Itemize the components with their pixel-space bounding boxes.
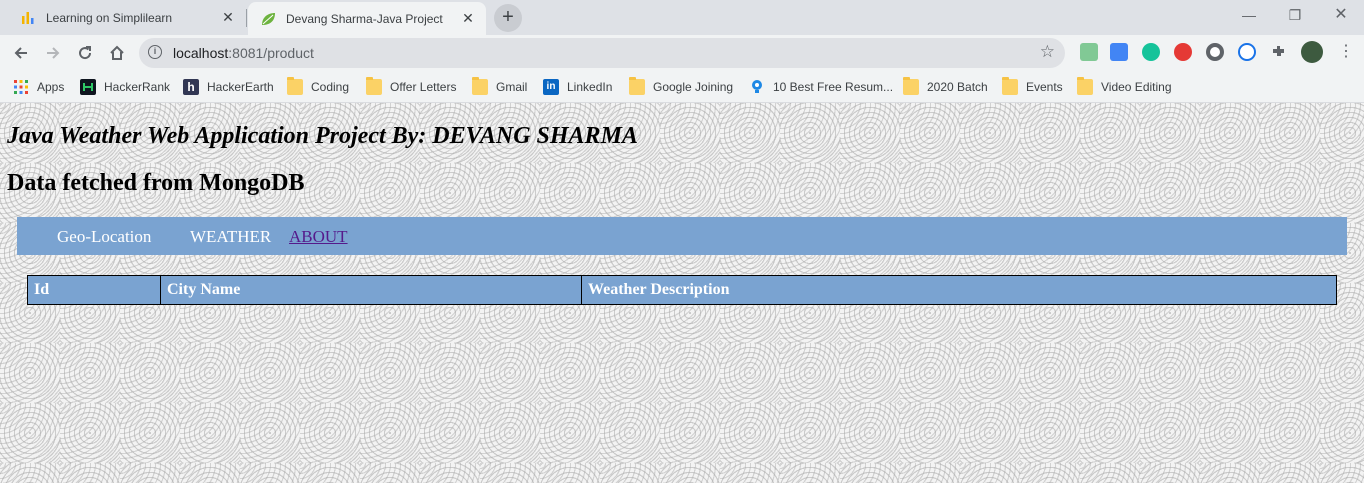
tab-simplilearn[interactable]: Learning on Simplilearn ✕	[8, 0, 246, 35]
column-header-id: Id	[27, 275, 161, 305]
bookmark-label: 2020 Batch	[927, 80, 988, 94]
tab-separator	[246, 9, 247, 27]
bookmark-label: Offer Letters	[390, 80, 457, 94]
home-icon[interactable]	[103, 39, 131, 67]
bookmark-label: 10 Best Free Resum...	[773, 80, 894, 94]
nav-link-geo-location[interactable]: Geo-Location	[57, 227, 151, 247]
bookmark-events[interactable]: Events	[1002, 77, 1063, 97]
site-info-icon[interactable]: i	[148, 45, 162, 59]
linkedin-icon: in	[543, 79, 559, 95]
extension-red-icon[interactable]	[1174, 43, 1192, 61]
bookmark-offer-letters[interactable]: Offer Letters	[366, 77, 456, 97]
bookmark-hackerearth[interactable]: h HackerEarth	[183, 77, 274, 97]
minimize-button[interactable]: —	[1226, 0, 1272, 30]
spring-leaf-icon	[260, 11, 276, 27]
bookmark-linkedin[interactable]: in LinkedIn	[543, 77, 612, 97]
bookmark-star-icon[interactable]: ☆	[1040, 42, 1055, 62]
folder-icon	[1077, 77, 1093, 95]
page-subtitle: Data fetched from MongoDB	[7, 170, 305, 196]
bookmark-label: HackerRank	[104, 80, 171, 94]
bookmark-hackerrank[interactable]: HackerRank	[80, 77, 170, 97]
extension-mail-icon[interactable]	[1080, 43, 1098, 61]
url-text[interactable]: localhost:8081/product	[173, 45, 314, 61]
bookmark-label: Coding	[311, 80, 350, 94]
bookmark-label: Gmail	[496, 80, 528, 94]
browser-menu-icon[interactable]: ⋮	[1336, 41, 1356, 63]
folder-icon	[366, 77, 382, 95]
tab-title: Devang Sharma-Java Project	[286, 11, 443, 26]
column-header-city-name: City Name	[160, 275, 582, 305]
folder-icon	[287, 77, 303, 95]
site-navbar: Geo-Location WEATHER ABOUT	[17, 217, 1347, 255]
nav-link-about[interactable]: ABOUT	[289, 227, 348, 247]
nav-link-weather[interactable]: WEATHER	[190, 227, 271, 247]
tab-strip: Learning on Simplilearn ✕ Devang Sharma-…	[0, 0, 1364, 35]
address-bar[interactable]: i localhost:8081/product ☆	[139, 38, 1065, 68]
page-content: Java Weather Web Application Project By:…	[0, 103, 1364, 483]
bookmark-label: Apps	[37, 80, 65, 94]
folder-icon	[1002, 77, 1018, 95]
close-tab-icon[interactable]: ✕	[458, 10, 478, 27]
extension-infinity-icon[interactable]	[1238, 43, 1256, 61]
bookmark-coding[interactable]: Coding	[287, 77, 349, 97]
folder-icon	[472, 77, 488, 95]
bulb-icon	[749, 79, 765, 95]
new-tab-button[interactable]: +	[494, 4, 522, 32]
hackerrank-icon	[80, 79, 96, 95]
extensions-puzzle-icon[interactable]	[1270, 43, 1288, 61]
bookmark-gmail[interactable]: Gmail	[472, 77, 527, 97]
tab-devang-project[interactable]: Devang Sharma-Java Project ✕	[248, 2, 486, 35]
bookmark-2020-batch[interactable]: 2020 Batch	[903, 77, 988, 97]
forward-arrow-icon[interactable]	[39, 39, 67, 67]
apps-grid-icon	[13, 79, 29, 95]
reload-icon[interactable]	[71, 39, 99, 67]
weather-table: Id City Name Weather Description	[27, 275, 1337, 305]
bookmark-label: HackerEarth	[207, 80, 274, 94]
simplilearn-icon	[20, 10, 36, 26]
table-header-row: Id City Name Weather Description	[27, 275, 1337, 305]
folder-icon	[903, 77, 919, 95]
folder-icon	[629, 77, 645, 95]
bookmark-google-joining[interactable]: Google Joining	[629, 77, 733, 97]
bookmark-resume[interactable]: 10 Best Free Resum...	[749, 77, 893, 97]
page-title: Java Weather Web Application Project By:…	[7, 123, 638, 149]
browser-toolbar: i localhost:8081/product ☆ ⋮	[0, 35, 1364, 71]
bookmark-label: Events	[1026, 80, 1063, 94]
bookmarks-bar: Apps HackerRank h HackerEarth Coding Off…	[0, 71, 1364, 103]
profile-avatar[interactable]	[1301, 41, 1323, 63]
column-header-weather-description: Weather Description	[581, 275, 1337, 305]
google-translate-icon[interactable]	[1110, 43, 1128, 61]
extension-ring-icon[interactable]	[1206, 43, 1224, 61]
bookmark-label: Video Editing	[1101, 80, 1172, 94]
bookmark-apps[interactable]: Apps	[13, 77, 64, 97]
back-arrow-icon[interactable]	[7, 39, 35, 67]
bookmark-label: Google Joining	[653, 80, 734, 94]
hackerearth-icon: h	[183, 79, 199, 95]
close-tab-icon[interactable]: ✕	[218, 9, 238, 26]
grammarly-icon[interactable]	[1142, 43, 1160, 61]
bookmark-label: LinkedIn	[567, 80, 613, 94]
maximize-button[interactable]: ❐	[1272, 0, 1318, 30]
close-window-button[interactable]: ✕	[1318, 0, 1364, 30]
bookmark-video-editing[interactable]: Video Editing	[1077, 77, 1172, 97]
tab-title: Learning on Simplilearn	[46, 10, 173, 25]
